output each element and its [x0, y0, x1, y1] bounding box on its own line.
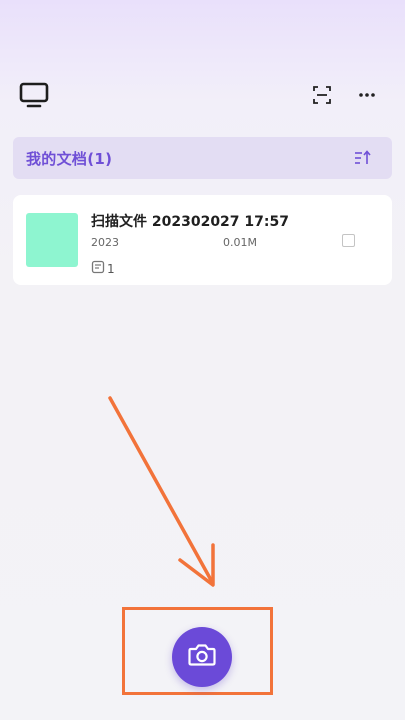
document-size: 0.01M — [223, 236, 257, 249]
top-bar — [0, 70, 405, 118]
camera-icon — [187, 642, 217, 672]
page-count-value: 1 — [107, 261, 115, 276]
section-title: 我的文档(1) — [26, 150, 113, 168]
monitor-icon[interactable] — [18, 80, 50, 110]
more-icon[interactable] — [354, 82, 380, 108]
camera-button[interactable] — [172, 627, 232, 687]
my-documents-header: 我的文档(1) — [13, 137, 392, 179]
scan-icon[interactable] — [309, 82, 335, 108]
sort-icon[interactable] — [352, 147, 374, 169]
document-name: 扫描文件 202302027 17:57 — [91, 214, 289, 230]
document-item[interactable]: 扫描文件 202302027 17:57 2023 0.01M 1 — [13, 195, 392, 285]
page-icon — [91, 260, 105, 277]
page-count: 1 — [91, 260, 115, 277]
document-checkbox[interactable] — [342, 234, 355, 247]
document-thumbnail — [26, 213, 78, 267]
document-date: 2023 — [91, 236, 119, 249]
